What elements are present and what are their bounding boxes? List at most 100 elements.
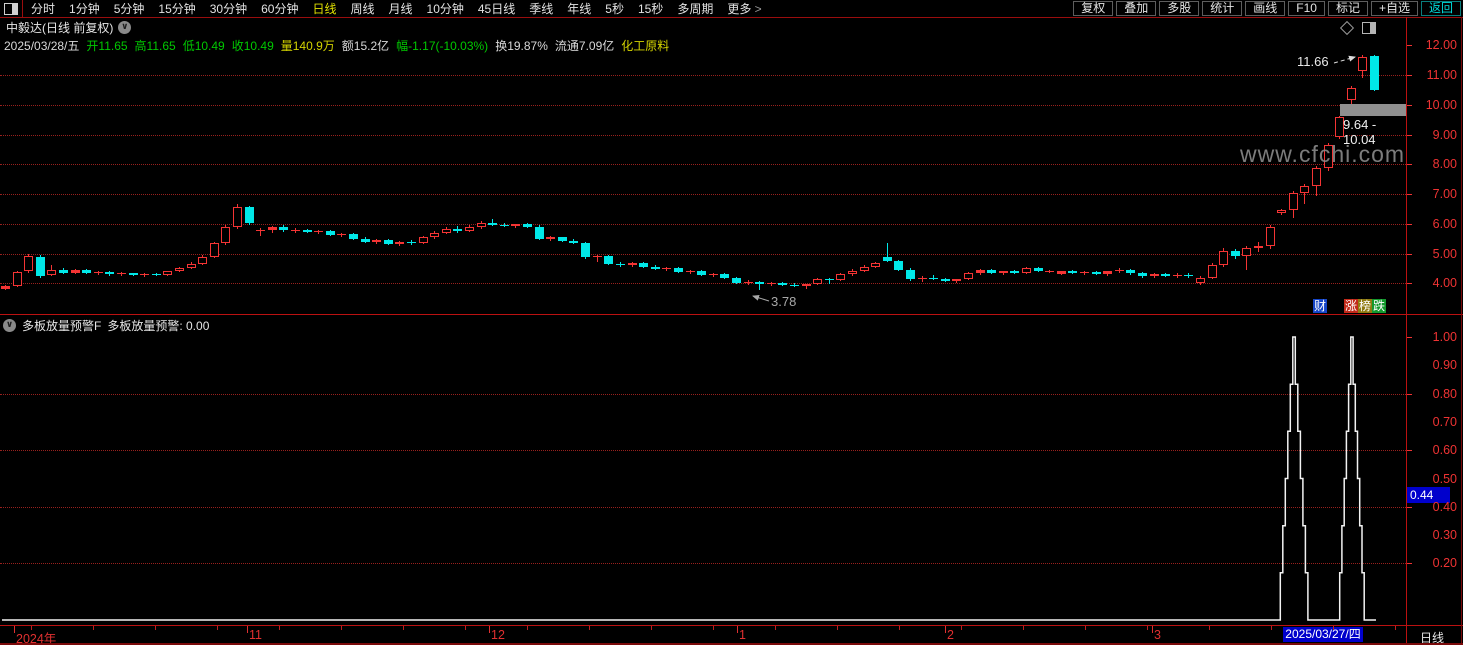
period-tab-45日线[interactable]: 45日线 xyxy=(478,0,515,17)
candle xyxy=(291,229,301,231)
toolbar-separator xyxy=(22,0,23,17)
candle xyxy=(1219,250,1229,265)
period-tab-多周期[interactable]: 多周期 xyxy=(677,0,713,17)
axis-label: 7.00 xyxy=(1432,187,1457,202)
watermark: www.cfchi.com xyxy=(1240,141,1406,167)
quote-field: 收10.49 xyxy=(231,39,274,53)
stock-chart-window: 分时 1分钟 5分钟 15分钟 30分钟 60分钟 日线 周线 月线 10分钟 45日线 季线 年线 5秒… xyxy=(0,0,1463,645)
indicator-panel[interactable] xyxy=(0,332,1406,625)
candle xyxy=(82,270,92,274)
diamond-icon[interactable] xyxy=(1339,20,1355,36)
candle xyxy=(407,242,417,244)
period-tab-5秒[interactable]: 5秒 xyxy=(605,0,624,17)
top-toolbar: 分时 1分钟 5分钟 15分钟 30分钟 60分钟 日线 周线 月线 10分钟 45日线 季线 年线 5秒… xyxy=(0,0,1463,18)
candle xyxy=(847,270,857,275)
axis-tick xyxy=(1407,164,1412,166)
period-tab-1分钟[interactable]: 1分钟 xyxy=(69,0,100,17)
period-tab-日线[interactable]: 日线 xyxy=(312,0,336,17)
week-tick xyxy=(217,626,218,630)
period-tab-周线[interactable]: 周线 xyxy=(350,0,374,17)
period-tab-年线[interactable]: 年线 xyxy=(567,0,591,17)
badge-涨[interactable]: 涨 xyxy=(1344,299,1358,313)
window-icon[interactable] xyxy=(4,2,18,15)
week-tick xyxy=(341,626,342,630)
toolbar-right-buttons: 复权 叠加 多股 统计 画线 F10 标记 +自选 返回 xyxy=(1070,1,1461,16)
price-gridline xyxy=(0,223,1406,225)
candle xyxy=(105,271,115,275)
period-tab-季线[interactable]: 季线 xyxy=(529,0,553,17)
candle xyxy=(430,232,440,238)
axis-label: 12.00 xyxy=(1425,38,1457,53)
candle xyxy=(534,226,544,239)
candle xyxy=(929,277,939,279)
toolbar-button-多股[interactable]: 多股 xyxy=(1159,1,1200,16)
main-candlestick-chart[interactable]: 11.66 9.64 - 10.04 3.78 www.cfchi.com 财涨… xyxy=(0,52,1406,314)
candle xyxy=(755,281,765,284)
toolbar-button-标记[interactable]: 标记 xyxy=(1327,1,1368,16)
candle xyxy=(1242,247,1252,256)
candle xyxy=(743,281,753,283)
quote-field: 换19.87% xyxy=(495,39,548,53)
axis-label: 0.50 xyxy=(1432,471,1457,486)
toolbar-button-F10[interactable]: F10 xyxy=(1288,1,1325,16)
week-tick xyxy=(465,626,466,630)
period-tab-更多 >[interactable]: 更多 > xyxy=(727,0,761,17)
quote-field: 幅-1.17(-10.03%) xyxy=(396,39,489,53)
toolbar-button-叠加[interactable]: 叠加 xyxy=(1116,1,1157,16)
candle xyxy=(453,228,463,231)
toolbar-button-复权[interactable]: 复权 xyxy=(1073,1,1114,16)
period-tab-5分钟[interactable]: 5分钟 xyxy=(114,0,145,17)
candle xyxy=(47,269,57,275)
candle xyxy=(546,237,556,239)
indicator-gridline xyxy=(0,563,1406,565)
period-tab-月线[interactable]: 月线 xyxy=(389,0,413,17)
toolbar-button-+自选[interactable]: +自选 xyxy=(1370,1,1418,16)
period-tab-10分钟[interactable]: 10分钟 xyxy=(427,0,464,17)
candle xyxy=(499,224,509,227)
indicator-header: ∨ 多板放量预警F 多板放量预警: 0.00 xyxy=(3,318,209,333)
candle xyxy=(998,271,1008,273)
badge-财[interactable]: 财 xyxy=(1313,299,1327,313)
side-panel-icon[interactable] xyxy=(1362,22,1376,34)
toolbar-button-画线[interactable]: 画线 xyxy=(1245,1,1286,16)
axis-tick xyxy=(1407,223,1412,225)
candle xyxy=(314,230,324,233)
candle xyxy=(256,229,266,232)
period-tab-分时[interactable]: 分时 xyxy=(31,0,55,17)
candle xyxy=(1312,168,1322,186)
chevron-down-icon[interactable]: ∨ xyxy=(3,318,16,332)
month-label: 12 xyxy=(491,628,505,642)
quote-field: 量140.9万 xyxy=(280,39,335,53)
chevron-down-icon[interactable]: ∨ xyxy=(118,21,132,34)
candle xyxy=(708,273,718,275)
candle xyxy=(163,271,173,275)
week-tick xyxy=(1395,626,1396,630)
candle xyxy=(186,263,196,268)
period-tab-30分钟[interactable]: 30分钟 xyxy=(210,0,247,17)
candle xyxy=(221,227,231,244)
week-tick xyxy=(1147,626,1148,630)
low-price-label: 3.78 xyxy=(771,294,797,309)
axis-label: 8.00 xyxy=(1432,157,1457,172)
badge-跌[interactable]: 跌 xyxy=(1372,299,1386,313)
axis-label: 0.20 xyxy=(1432,556,1457,571)
axis-tick xyxy=(1407,506,1412,508)
price-gridline xyxy=(0,164,1406,166)
badge-榜[interactable]: 榜 xyxy=(1358,299,1372,313)
week-tick xyxy=(1085,626,1086,630)
quote-field: 开11.65 xyxy=(86,39,128,53)
toolbar-button-返回[interactable]: 返回 xyxy=(1420,1,1461,16)
time-axis: 2025/03/27/四 2024年 11 12 1 2 3 xyxy=(0,626,1406,645)
month-label: 1 xyxy=(739,628,746,642)
candle xyxy=(1254,246,1264,248)
indicator-gridline xyxy=(0,450,1406,452)
period-tab-15分钟[interactable]: 15分钟 xyxy=(158,0,195,17)
period-tab-60分钟[interactable]: 60分钟 xyxy=(261,0,298,17)
candle xyxy=(209,243,219,257)
candle xyxy=(360,239,370,242)
period-tab-15秒[interactable]: 15秒 xyxy=(638,0,663,17)
toolbar-button-统计[interactable]: 统计 xyxy=(1202,1,1243,16)
corner-icons xyxy=(1339,20,1376,36)
axis-label: 0.60 xyxy=(1432,443,1457,458)
price-gridline xyxy=(0,194,1406,196)
